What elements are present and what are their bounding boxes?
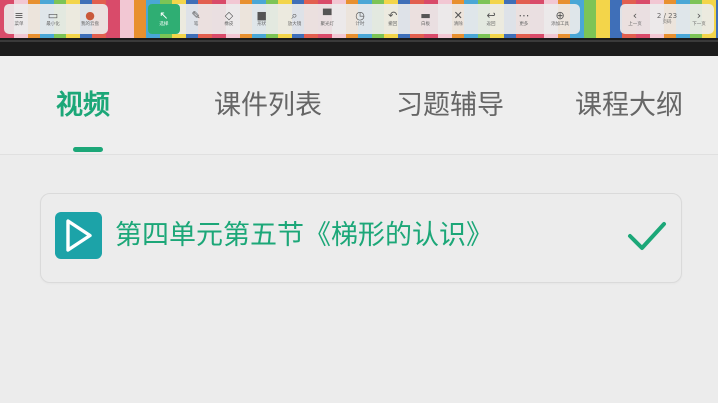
- clear-tool-button[interactable]: ✕ 清除: [442, 4, 475, 34]
- pen-icon: ✎: [191, 9, 201, 22]
- lesson-card[interactable]: 第四单元第五节《梯形的认识》: [40, 193, 682, 283]
- eraser-icon: ◇: [224, 9, 234, 22]
- toolbar-pager-group: ‹ 上一页 2 / 23 页码 › 下一页: [620, 4, 714, 34]
- add-tools-button[interactable]: ⊕ 添加工具: [540, 4, 580, 34]
- tab-video[interactable]: 视频: [56, 88, 110, 124]
- eraser-tool-button[interactable]: ◇ 橡皮: [213, 4, 246, 34]
- more-icon: ⋯: [518, 9, 530, 22]
- next-page-button[interactable]: › 下一页: [684, 4, 714, 34]
- tab-courseware-list[interactable]: 课件列表: [214, 88, 322, 124]
- divider-line: [0, 40, 718, 42]
- top-divider-strip: [0, 38, 718, 56]
- cloud-drive-button[interactable]: ● 我的云盘: [72, 4, 108, 34]
- undo-icon: ↶: [388, 9, 398, 22]
- lesson-title: 第四单元第五节《梯形的认识》: [115, 220, 493, 251]
- timer-tool-button[interactable]: ◷ 计时: [344, 4, 377, 34]
- tab-bar: 视频 课件列表 习题辅导 课程大纲: [0, 56, 718, 155]
- clear-icon: ✕: [453, 9, 463, 22]
- blackboard-icon: ▬: [420, 9, 431, 22]
- page-number[interactable]: 2 / 23 页码: [650, 4, 684, 34]
- blackboard-tool-button[interactable]: ▬ 白板: [409, 4, 442, 34]
- magnifier-icon: ⌕: [291, 9, 298, 22]
- more-tool-button[interactable]: ⋯ 更多: [507, 4, 540, 34]
- avatar-icon: ●: [85, 9, 95, 22]
- tab-course-outline[interactable]: 课程大纲: [575, 88, 683, 124]
- mini-window-icon: ▭: [47, 9, 59, 22]
- undo-tool-button[interactable]: ↶ 撤回: [376, 4, 409, 34]
- shape-icon: ■: [256, 9, 267, 22]
- checkmark-icon: [628, 222, 666, 250]
- select-tool-button[interactable]: ↖ 选择: [148, 4, 180, 34]
- toolbar-tools-group: ↖ 选择 ✎ 笔 ◇ 橡皮 ■ 形状 ⌕ 放大镜 ▀ 聚光灯 ◷ 计时 ↶ 撤回: [148, 4, 580, 34]
- shape-tool-button[interactable]: ■ 形状: [245, 4, 278, 34]
- timer-icon: ◷: [355, 9, 365, 22]
- tab-exercise-tutoring[interactable]: 习题辅导: [396, 88, 504, 124]
- video-play-icon: [55, 212, 102, 259]
- pen-tool-button[interactable]: ✎ 笔: [180, 4, 213, 34]
- return-icon: ↩: [486, 9, 496, 22]
- return-tool-button[interactable]: ↩ 返回: [475, 4, 508, 34]
- play-triangle-icon: [66, 219, 92, 252]
- prev-page-button[interactable]: ‹ 上一页: [620, 4, 650, 34]
- minimize-button[interactable]: ▭ 最小化: [34, 4, 72, 34]
- spotlight-tool-button[interactable]: ▀ 聚光灯: [311, 4, 344, 34]
- whiteboard-toolbar: ≡ 菜单 ▭ 最小化 ● 我的云盘 ↖ 选择 ✎ 笔 ◇ 橡皮 ■ 形状 ⌕ 放…: [0, 0, 718, 38]
- menu-button[interactable]: ≡ 菜单: [4, 4, 34, 34]
- active-tab-indicator: [73, 147, 103, 152]
- toolbar-left-group: ≡ 菜单 ▭ 最小化 ● 我的云盘: [4, 4, 108, 34]
- cursor-icon: ↖: [159, 9, 169, 22]
- tools-icon: ⊕: [555, 9, 565, 22]
- chevron-right-icon: ›: [696, 9, 702, 22]
- chevron-left-icon: ‹: [632, 9, 638, 22]
- spotlight-icon: ▀: [322, 9, 332, 22]
- magnifier-tool-button[interactable]: ⌕ 放大镜: [278, 4, 311, 34]
- menu-icon: ≡: [14, 9, 24, 22]
